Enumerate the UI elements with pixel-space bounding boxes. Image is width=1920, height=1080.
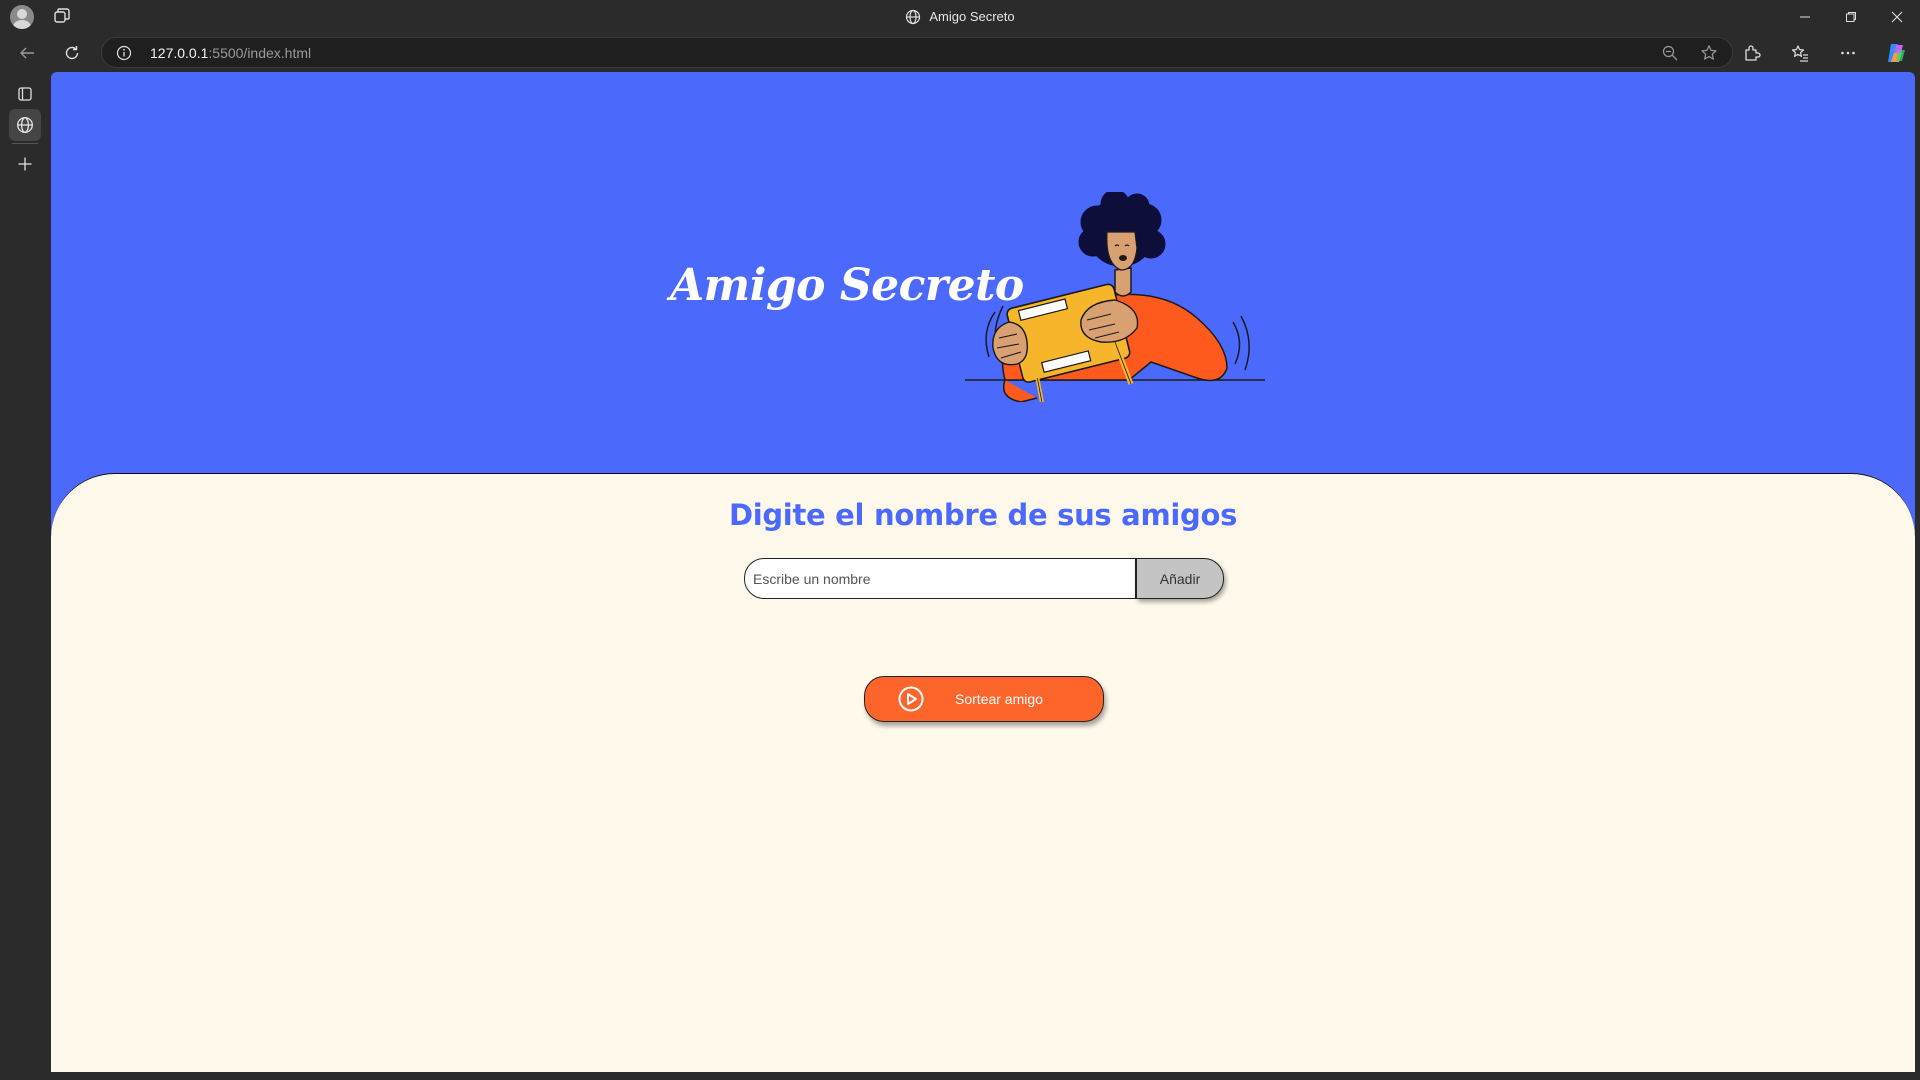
input-wrapper: Añadir xyxy=(744,558,1224,599)
copilot-icon[interactable] xyxy=(1872,33,1920,72)
browser-toolbar: 127.0.0.1:5500/index.html xyxy=(0,33,1920,72)
section-title: Digite el nombre de sus amigos xyxy=(728,498,1238,532)
toolbar-right-tools xyxy=(1728,33,1920,72)
extensions-icon[interactable] xyxy=(1728,33,1776,72)
back-icon[interactable] xyxy=(15,41,39,65)
zoom-out-icon[interactable] xyxy=(1662,45,1678,61)
favorite-star-icon[interactable] xyxy=(1700,44,1718,62)
url-path: :5500/index.html xyxy=(208,45,312,61)
globe-icon xyxy=(906,9,921,24)
tab-title-text: Amigo Secreto xyxy=(929,9,1015,24)
address-bar[interactable]: 127.0.0.1:5500/index.html xyxy=(101,37,1733,68)
friend-name-input[interactable] xyxy=(744,558,1136,599)
refresh-icon[interactable] xyxy=(60,41,84,65)
globe-icon xyxy=(17,117,33,133)
more-options-icon[interactable] xyxy=(1824,33,1872,72)
tab-title: Amigo Secreto xyxy=(0,0,1920,33)
browser-vertical-tabs xyxy=(0,72,50,1080)
page-viewport: Amigo Secreto Digite el nombre de sus am… xyxy=(51,72,1915,1072)
minimize-icon[interactable] xyxy=(1782,0,1828,33)
tab-actions-icon[interactable] xyxy=(9,78,41,110)
close-icon[interactable] xyxy=(1874,0,1920,33)
new-tab-icon[interactable] xyxy=(9,148,41,180)
url-host: 127.0.0.1 xyxy=(150,45,209,61)
play-circle-icon xyxy=(898,686,924,712)
add-friend-button[interactable]: Añadir xyxy=(1136,558,1224,599)
window-controls xyxy=(1782,0,1920,33)
draw-friend-button[interactable]: Sortear amigo xyxy=(864,676,1104,722)
draw-friend-button-label: Sortear amigo xyxy=(955,691,1043,707)
favorites-list-icon[interactable] xyxy=(1776,33,1824,72)
input-section: Digite el nombre de sus amigos Añadir So… xyxy=(51,473,1915,1072)
sidebar-tab-amigo-secreto[interactable] xyxy=(9,109,41,141)
restore-icon[interactable] xyxy=(1828,0,1874,33)
sidebar-separator xyxy=(12,143,38,144)
person-with-gift-illustration xyxy=(965,192,1265,402)
info-icon[interactable] xyxy=(116,45,132,61)
browser-title-bar: Amigo Secreto xyxy=(0,0,1920,33)
url-text[interactable]: 127.0.0.1:5500/index.html xyxy=(150,45,311,61)
